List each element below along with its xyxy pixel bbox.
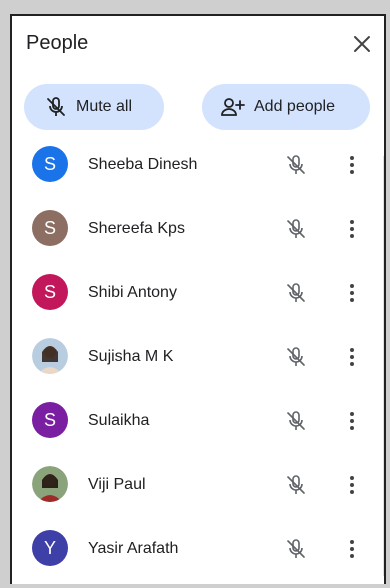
avatar-initial: S — [43, 217, 56, 238]
more-vert-icon — [350, 156, 354, 174]
mic-off-icon[interactable] — [284, 537, 308, 561]
avatar: S — [32, 274, 68, 310]
more-options-button[interactable] — [342, 537, 362, 561]
avatar: S — [32, 210, 68, 246]
person-photo-icon — [32, 466, 68, 502]
more-options-button[interactable] — [342, 153, 362, 177]
list-item[interactable]: Sujisha M K — [12, 336, 384, 400]
more-vert-icon — [350, 412, 354, 430]
mic-off-icon[interactable] — [284, 153, 308, 177]
avatar-initial: S — [43, 409, 56, 430]
person-name: Yasir Arafath — [88, 540, 179, 557]
more-options-button[interactable] — [342, 409, 362, 433]
avatar-photo — [32, 338, 68, 374]
people-panel: People Mute all Add people S Sheeba Dine… — [10, 14, 386, 584]
more-vert-icon — [350, 348, 354, 366]
avatar-initial: Y — [43, 537, 56, 558]
mic-off-icon[interactable] — [284, 473, 308, 497]
list-item[interactable]: S Sulaikha — [12, 400, 384, 464]
avatar: S — [32, 402, 68, 438]
mic-off-icon[interactable] — [284, 217, 308, 241]
add-people-label: Add people — [254, 98, 335, 115]
mute-all-button[interactable]: Mute all — [24, 84, 164, 130]
avatar: S — [32, 146, 68, 182]
more-options-button[interactable] — [342, 473, 362, 497]
panel-title: People — [26, 32, 89, 54]
mic-off-icon[interactable] — [284, 281, 308, 305]
person-name: Shereefa Kps — [88, 220, 185, 237]
avatar-initial: S — [43, 281, 56, 302]
list-item[interactable]: S Shereefa Kps — [12, 208, 384, 272]
close-icon — [354, 36, 370, 52]
close-button[interactable] — [348, 30, 376, 58]
person-photo-icon — [32, 338, 68, 374]
more-vert-icon — [350, 476, 354, 494]
person-name: Sujisha M K — [88, 348, 174, 365]
more-options-button[interactable] — [342, 345, 362, 369]
person-name: Sheeba Dinesh — [88, 156, 198, 173]
mute-all-label: Mute all — [76, 98, 133, 115]
mic-off-icon[interactable] — [284, 409, 308, 433]
list-item[interactable]: S Shibi Antony — [12, 272, 384, 336]
add-people-button[interactable]: Add people — [202, 84, 370, 130]
mic-off-icon[interactable] — [284, 345, 308, 369]
more-options-button[interactable] — [342, 217, 362, 241]
list-item[interactable]: S Sheeba Dinesh — [12, 144, 384, 208]
avatar: Y — [32, 530, 68, 566]
person-name: Sulaikha — [88, 412, 150, 429]
person-name: Shibi Antony — [88, 284, 177, 301]
more-vert-icon — [350, 540, 354, 558]
more-options-button[interactable] — [342, 281, 362, 305]
person-name: Viji Paul — [88, 476, 146, 493]
person-add-icon — [221, 98, 245, 116]
avatar-photo — [32, 466, 68, 502]
mic-off-icon — [47, 97, 65, 116]
list-item[interactable]: Viji Paul — [12, 464, 384, 528]
list-item[interactable]: Y Yasir Arafath — [12, 528, 384, 584]
more-vert-icon — [350, 284, 354, 302]
more-vert-icon — [350, 220, 354, 238]
avatar-initial: S — [43, 153, 56, 174]
